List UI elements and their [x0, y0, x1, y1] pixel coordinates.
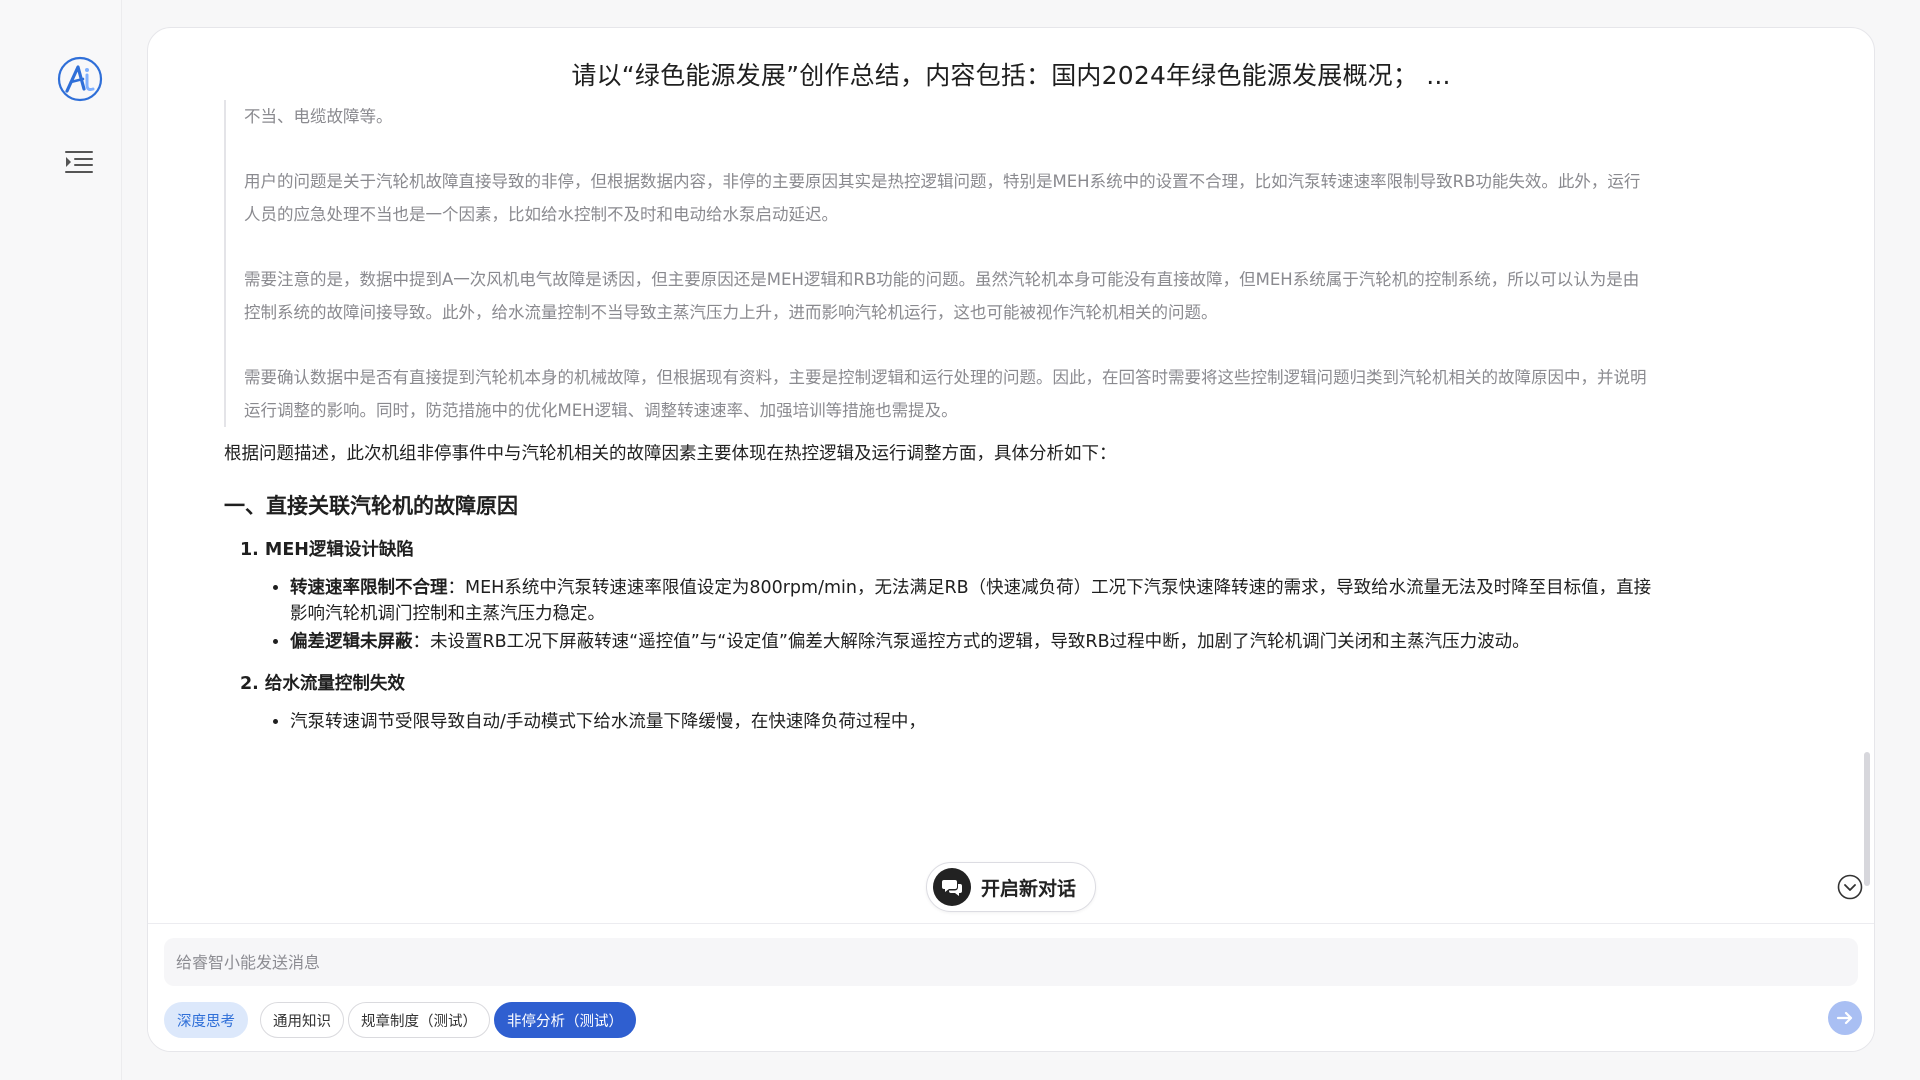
message-content: 不当、电缆故障等。 用户的问题是关于汽轮机故障直接导致的非停，但根据数据内容，非…	[224, 100, 1654, 880]
arrow-right-icon	[1836, 1011, 1853, 1025]
thinking-paragraph: 不当、电缆故障等。	[244, 107, 393, 126]
new-chat-label: 开启新对话	[981, 877, 1077, 900]
list-item: 偏差逻辑未屏蔽：未设置RB工况下屏蔽转速“遥控值”与“设定值”偏差大解除汽泵遥控…	[290, 629, 1654, 655]
section-heading: 一、直接关联汽轮机的故障原因	[224, 494, 518, 518]
numbered-item-title: 2. 给水流量控制失效	[240, 674, 405, 694]
send-button[interactable]	[1828, 1001, 1862, 1035]
left-rail	[0, 0, 122, 1080]
app-logo-icon[interactable]	[56, 55, 104, 103]
bullet-text: ：MEH系统中汽泵转速速率限值设定为800rpm/min，无法满足RB（快速减负…	[290, 578, 1652, 624]
deep-think-toggle[interactable]: 深度思考	[164, 1002, 248, 1038]
composer: 深度思考 通用知识 规章制度（测试） 非停分析（测试）	[148, 923, 1874, 1051]
mode-chips: 深度思考 通用知识 规章制度（测试） 非停分析（测试）	[164, 1002, 636, 1038]
menu-list-icon[interactable]	[64, 147, 94, 177]
thinking-paragraph: 需要确认数据中是否有直接提到汽轮机本身的机械故障，但根据现有资料，主要是控制逻辑…	[244, 368, 1647, 420]
answer-lead: 根据问题描述，此次机组非停事件中与汽轮机相关的故障因素主要体现在热控逻辑及运行调…	[224, 444, 1117, 464]
rules-chip[interactable]: 规章制度（测试）	[348, 1002, 490, 1038]
conversation-title: 请以“绿色能源发展”创作总结，内容包括：国内2024年绿色能源发展概况； ...	[571, 61, 1451, 90]
answer-block: 根据问题描述，此次机组非停事件中与汽轮机相关的故障因素主要体现在热控逻辑及运行调…	[224, 439, 1654, 735]
general-knowledge-chip[interactable]: 通用知识	[260, 1002, 344, 1038]
bullet-text: ：未设置RB工况下屏蔽转速“遥控值”与“设定值”偏差大解除汽泵遥控方式的逻辑，导…	[412, 632, 1530, 652]
list-item: 转速速率限制不合理：MEH系统中汽泵转速速率限值设定为800rpm/min，无法…	[290, 575, 1654, 627]
bullet-text: 汽泵转速调节受限导致自动/手动模式下给水流量下降缓慢，在快速降负荷过程中，	[290, 712, 926, 732]
list-item: 汽泵转速调节受限导致自动/手动模式下给水流量下降缓慢，在快速降负荷过程中，	[290, 709, 1654, 735]
new-chat-button[interactable]: 开启新对话	[926, 862, 1096, 912]
message-input[interactable]	[164, 938, 1858, 986]
outage-analysis-chip[interactable]: 非停分析（测试）	[494, 1002, 636, 1038]
chevron-down-circle-icon[interactable]	[1837, 874, 1863, 900]
chat-bubbles-icon	[933, 868, 971, 906]
thinking-paragraph: 需要注意的是，数据中提到A一次风机电气故障是诱因，但主要原因还是MEH逻辑和RB…	[244, 270, 1640, 322]
bullet-bold-label: 偏差逻辑未屏蔽	[290, 632, 413, 652]
bullet-list: 转速速率限制不合理：MEH系统中汽泵转速速率限值设定为800rpm/min，无法…	[290, 575, 1654, 655]
thinking-block: 不当、电缆故障等。 用户的问题是关于汽轮机故障直接导致的非停，但根据数据内容，非…	[224, 100, 1654, 427]
thinking-paragraph: 用户的问题是关于汽轮机故障直接导致的非停，但根据数据内容，非停的主要原因其实是热…	[244, 172, 1641, 224]
chat-panel: 请以“绿色能源发展”创作总结，内容包括：国内2024年绿色能源发展概况； ...…	[147, 27, 1875, 1052]
numbered-item-title: 1. MEH逻辑设计缺陷	[240, 540, 414, 560]
bullet-bold-label: 转速速率限制不合理	[290, 578, 448, 598]
bullet-list: 汽泵转速调节受限导致自动/手动模式下给水流量下降缓慢，在快速降负荷过程中，	[290, 709, 1654, 735]
scrollbar-thumb[interactable]	[1864, 752, 1870, 886]
